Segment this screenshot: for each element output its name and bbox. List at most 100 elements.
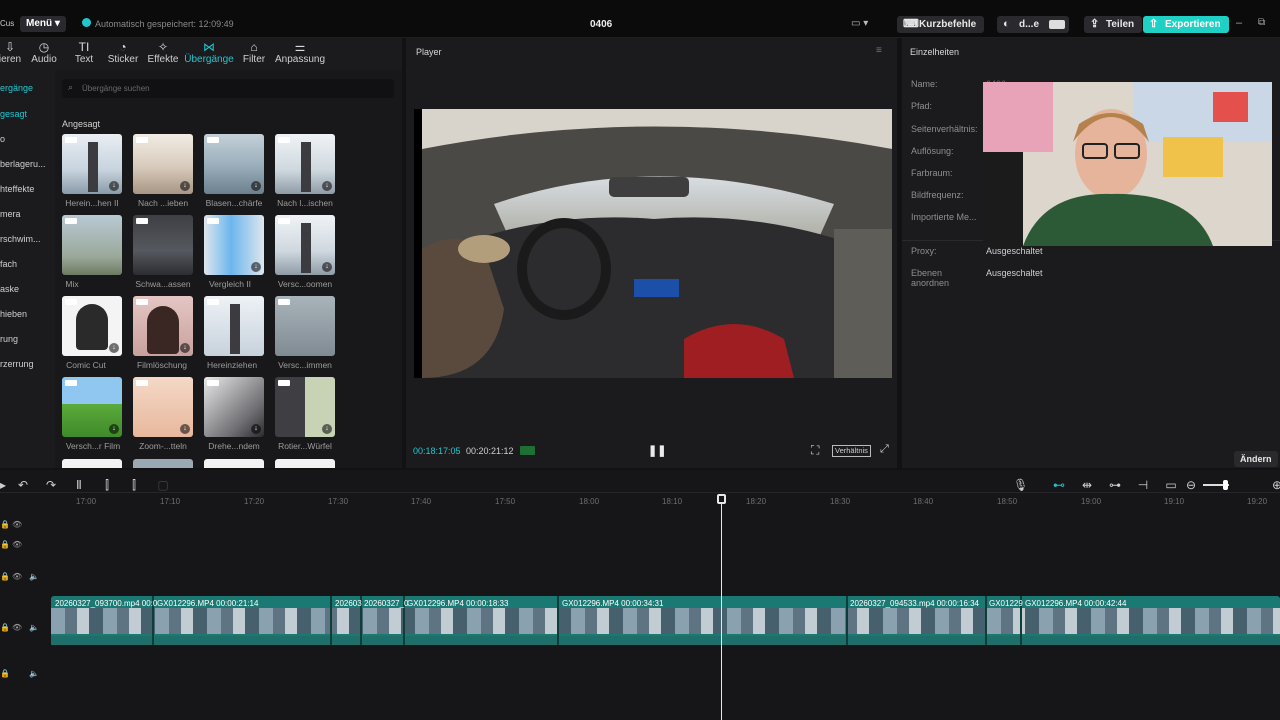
download-icon[interactable]: ↓ xyxy=(180,181,190,191)
prop-value-layers[interactable]: Ausgeschaltet xyxy=(986,268,1043,278)
transition-thumb[interactable]: ↓ xyxy=(204,134,264,194)
transition-thumb[interactable] xyxy=(133,459,193,468)
download-icon[interactable]: ↓ xyxy=(180,343,190,353)
delete-icon[interactable]: ▢ xyxy=(156,478,170,492)
download-icon[interactable]: ↓ xyxy=(109,343,119,353)
transition-thumb[interactable] xyxy=(275,296,335,356)
speaker-icon[interactable]: 🔈 xyxy=(29,669,39,678)
transition-thumb[interactable]: ↓ xyxy=(133,377,193,437)
video-frame[interactable] xyxy=(414,109,892,378)
download-icon[interactable]: ↓ xyxy=(322,424,332,434)
eye-icon[interactable]: 👁 xyxy=(12,540,22,549)
zoom-slider-handle[interactable] xyxy=(1223,480,1228,490)
speaker-icon[interactable]: 🔈 xyxy=(29,623,39,632)
caption-icon[interactable]: ▭ xyxy=(1164,478,1178,492)
shortcuts-button[interactable]: ⌨ Kurzbefehle xyxy=(897,16,985,33)
category-item[interactable]: o xyxy=(0,134,5,144)
category-item[interactable]: aske xyxy=(0,284,19,294)
category-item[interactable]: gesagt xyxy=(0,109,27,119)
split-right-icon[interactable]: ⫿ xyxy=(127,478,141,492)
transition-thumb[interactable]: ↓ xyxy=(62,134,122,194)
user-button[interactable]: ◐ d...e xyxy=(997,16,1070,33)
magnet-icon[interactable]: ⊷ xyxy=(1052,478,1066,492)
download-icon[interactable]: ↓ xyxy=(109,424,119,434)
eye-icon[interactable]: 👁 xyxy=(12,623,22,632)
download-icon[interactable]: ↓ xyxy=(322,181,332,191)
minimize-icon[interactable]: – xyxy=(1236,17,1242,29)
share-button[interactable]: ⇪ Teilen xyxy=(1084,16,1143,33)
tool-text[interactable]: TI Text xyxy=(62,40,106,65)
playhead[interactable] xyxy=(721,494,722,720)
download-icon[interactable]: ↓ xyxy=(251,181,261,191)
expand-icon[interactable]: ⤢ xyxy=(880,443,889,456)
preview-axis-icon[interactable]: ⊶ xyxy=(1108,478,1122,492)
transition-thumb[interactable] xyxy=(62,459,122,468)
category-item[interactable]: ergänge xyxy=(0,83,33,93)
download-icon[interactable]: ↓ xyxy=(180,424,190,434)
category-item[interactable]: fach xyxy=(0,259,17,269)
transition-thumb[interactable]: ↓ xyxy=(204,377,264,437)
transition-thumb[interactable] xyxy=(62,215,122,275)
search-field[interactable]: ⌕ Übergänge suchen xyxy=(62,79,394,98)
transition-thumb[interactable] xyxy=(204,459,264,468)
transition-thumb[interactable]: ↓ xyxy=(275,215,335,275)
lock-icon[interactable]: 🔒 xyxy=(0,669,10,678)
category-item[interactable]: berlageru... xyxy=(0,159,46,169)
transition-thumb[interactable]: ↓ xyxy=(62,296,122,356)
lock-icon[interactable]: 🔒 xyxy=(0,623,10,632)
eye-icon[interactable]: 👁 xyxy=(12,520,22,529)
category-item[interactable]: rzerrung xyxy=(0,359,34,369)
speaker-icon[interactable]: 🔈 xyxy=(29,572,39,581)
menu-button[interactable]: Menü ▾ xyxy=(20,16,66,32)
transition-thumb[interactable]: ↓ xyxy=(275,134,335,194)
download-icon[interactable]: ↓ xyxy=(251,424,261,434)
transition-thumb[interactable] xyxy=(275,459,335,468)
select-icon[interactable]: ▸ xyxy=(0,478,10,492)
playhead-handle[interactable] xyxy=(717,494,726,504)
link-icon[interactable]: ⇹ xyxy=(1080,478,1094,492)
tool-transitions[interactable]: ⋈ Übergänge xyxy=(182,40,236,65)
player-menu-icon[interactable]: ≡ xyxy=(876,45,882,56)
maximize-icon[interactable]: ⧉ xyxy=(1258,17,1265,28)
category-item[interactable]: hteffekte xyxy=(0,184,34,194)
tool-sticker[interactable]: ◔ Sticker xyxy=(101,40,145,65)
transition-thumb[interactable]: ↓ xyxy=(275,377,335,437)
search-input[interactable]: Übergänge suchen xyxy=(82,84,150,93)
category-item[interactable]: rschwim... xyxy=(0,234,41,244)
tool-filter[interactable]: ⌂ Filter xyxy=(232,40,276,65)
transition-thumb[interactable]: ↓ xyxy=(133,296,193,356)
lock-icon[interactable]: 🔒 xyxy=(0,520,10,529)
transition-thumb[interactable]: ↓ xyxy=(62,377,122,437)
microphone-icon[interactable]: 🎙 xyxy=(1013,478,1028,492)
snap-icon[interactable]: ⊣ xyxy=(1136,478,1150,492)
ratio-button[interactable]: Verhältnis xyxy=(832,445,871,457)
download-icon[interactable]: ↓ xyxy=(251,262,261,272)
redo-icon[interactable]: ↷ xyxy=(44,478,58,492)
tool-adjust[interactable]: ⚌ Anpassung xyxy=(274,40,326,65)
export-button[interactable]: ⇧ Exportieren xyxy=(1143,16,1229,33)
lock-icon[interactable]: 🔒 xyxy=(0,540,10,549)
lock-icon[interactable]: 🔒 xyxy=(0,572,10,581)
transition-thumb[interactable] xyxy=(133,215,193,275)
tool-audio[interactable]: ◷ Audio xyxy=(22,40,66,65)
category-item[interactable]: hieben xyxy=(0,309,27,319)
category-item[interactable]: rung xyxy=(0,334,18,344)
split-icon[interactable]: Ⅱ xyxy=(72,478,86,492)
pause-icon[interactable]: ❚❚ xyxy=(648,444,666,457)
layout-icon[interactable]: ▭ ▾ xyxy=(851,18,868,29)
zoom-out-icon[interactable]: ⊖ xyxy=(1184,478,1198,492)
undo-icon[interactable]: ↶ xyxy=(16,478,30,492)
transition-thumb[interactable]: ↓ xyxy=(204,215,264,275)
zoom-in-icon[interactable]: ⊕ xyxy=(1270,478,1280,492)
category-item[interactable]: mera xyxy=(0,209,21,219)
change-button[interactable]: Ändern xyxy=(1234,451,1278,467)
fullscreen-fit-icon[interactable]: ⛶ xyxy=(811,443,819,458)
prop-value-proxy[interactable]: Ausgeschaltet xyxy=(986,246,1043,256)
eye-icon[interactable]: 👁 xyxy=(12,572,22,581)
transition-thumb[interactable]: ↓ xyxy=(133,134,193,194)
download-icon[interactable]: ↓ xyxy=(109,181,119,191)
tool-effects[interactable]: ✧ Effekte xyxy=(141,40,185,65)
transition-thumb[interactable] xyxy=(204,296,264,356)
download-icon[interactable]: ↓ xyxy=(322,262,332,272)
split-left-icon[interactable]: ⫿ xyxy=(100,478,114,492)
